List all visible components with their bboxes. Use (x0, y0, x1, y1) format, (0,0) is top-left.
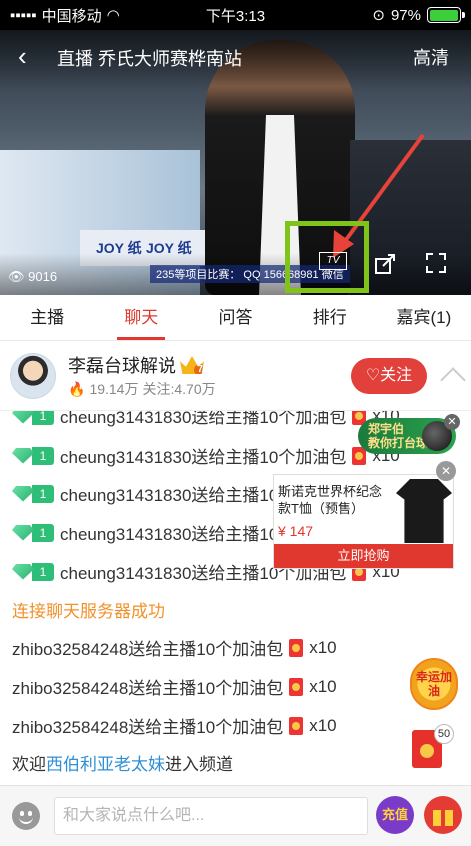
score-caption-text: 235等项目比赛： (156, 269, 241, 281)
quality-button[interactable]: 高清 (413, 44, 449, 70)
back-button[interactable]: ‹ (18, 43, 44, 70)
chat-input[interactable] (54, 797, 368, 835)
welcome-message: 欢迎 西伯利亚老太妹 进入频道 (12, 750, 233, 775)
promo-float-button[interactable]: 郑宇伯 教你打台球 ✕ (358, 414, 460, 454)
recharge-button[interactable]: 充值 (376, 796, 414, 834)
product-close-button[interactable]: ✕ (436, 461, 456, 481)
signal-icon: ▪▪▪▪▪ (10, 6, 37, 24)
gift-pack-icon (289, 638, 304, 657)
follow-label: 关注 (380, 367, 413, 384)
gift-count: x10 (309, 715, 337, 735)
tab-chat[interactable]: 聊天 (94, 295, 188, 340)
fullscreen-icon[interactable] (425, 252, 447, 274)
anchor-following: 关注:4.70万 (142, 381, 216, 397)
welcome-user-link[interactable]: 西伯利亚老太妹 (46, 750, 165, 775)
tshirt-image (396, 479, 452, 543)
gift-pack-icon (289, 677, 304, 696)
viewer-count-value: 9016 (28, 269, 58, 284)
rotation-lock-icon: ⊙ (372, 7, 385, 24)
gift-count: x10 (309, 676, 337, 696)
crown-icon: 7 (180, 356, 204, 374)
tv-cast-button[interactable]: TV (319, 252, 347, 270)
wifi-icon: ◠ (106, 7, 120, 24)
gem-badge-icon: 1 (12, 562, 54, 582)
system-message: 连接聊天服务器成功 (12, 602, 165, 621)
welcome-suffix: 进入频道 (165, 755, 233, 774)
status-bar: ▪▪▪▪▪ 中国移动 ◠ 下午3:13 ⊙ 97% (0, 0, 471, 30)
chat-text: cheung31431830送给主播10个加油包 (60, 411, 347, 427)
tab-guests[interactable]: 嘉宾(1) (377, 295, 471, 340)
anchor-popularity: 19.14万 (89, 381, 139, 397)
envelope-count-badge: 50 (434, 724, 454, 744)
flame-icon: 🔥 (68, 380, 86, 397)
viewer-count: 👁 9016 (8, 269, 58, 284)
gift-count: x10 (309, 637, 337, 657)
tab-ranking[interactable]: 排行 (283, 295, 377, 340)
chat-text: cheung31431830送给主播10个加油包 (60, 448, 347, 467)
video-title: 直播 乔氏大师赛桦南站 (57, 49, 242, 69)
status-right: ⊙ 97% (372, 6, 465, 24)
carrier-group: ▪▪▪▪▪ 中国移动 ◠ (10, 5, 120, 26)
carrier-name: 中国移动 (41, 7, 102, 25)
anchor-name-row: 李磊台球解说 7 (68, 352, 204, 378)
buy-now-button[interactable]: 立即抢购 (274, 544, 453, 568)
chat-input-bar: 充值 (0, 785, 471, 846)
list-item: zhibo32584248送给主播10个加油包 x10 (12, 674, 337, 699)
welcome-prefix: 欢迎 (12, 755, 46, 774)
tab-bar: 主播 聊天 问答 排行 嘉宾(1) (0, 295, 471, 341)
list-item: 1 cheung31431830送给主播10个加油包 x10 (12, 411, 400, 428)
anchor-level: 7 (194, 364, 204, 374)
gem-badge-icon: 1 (12, 523, 54, 543)
chat-list[interactable]: 1 cheung31431830送给主播10个加油包 x10 1 cheung3… (0, 411, 471, 785)
chat-text: zhibo32584248送给主播10个加油包 (12, 640, 284, 659)
gem-badge-icon: 1 (12, 446, 54, 466)
tab-host[interactable]: 主播 (0, 295, 94, 340)
product-price: ¥ 147 (278, 523, 314, 539)
lucky-boost-icon[interactable]: 幸运加油 (410, 658, 458, 710)
anchor-avatar[interactable] (10, 353, 56, 399)
emoji-icon[interactable] (12, 802, 40, 830)
chat-text: zhibo32584248送给主播10个加油包 (12, 718, 284, 737)
battery-percent: 97% (390, 6, 421, 24)
gem-badge-icon: 1 (12, 411, 54, 426)
anchor-stats: 🔥 19.14万 关注:4.70万 (68, 379, 216, 399)
video-player[interactable]: JOY 纸 JOY 纸 ‹ 直播 乔氏大师赛桦南站 高清 👁 9016 235等… (0, 30, 471, 295)
tab-qa[interactable]: 问答 (188, 295, 282, 340)
gift-pack-icon (289, 716, 304, 735)
chevron-up-icon[interactable] (440, 367, 466, 393)
battery-icon (427, 7, 465, 23)
anchor-card: 李磊台球解说 7 🔥 19.14万 关注:4.70万 ♡关注 (0, 341, 471, 411)
list-item: zhibo32584248送给主播10个加油包 x10 (12, 713, 337, 738)
chat-text: zhibo32584248送给主播10个加油包 (12, 679, 284, 698)
anchor-name: 李磊台球解说 (68, 356, 176, 376)
product-title: 斯诺克世界杯纪念款T恤（预售） (278, 484, 383, 516)
gift-icon[interactable] (424, 796, 462, 834)
product-card[interactable]: 斯诺克世界杯纪念款T恤（预售） ¥ 147 立即抢购 ✕ (273, 461, 456, 569)
promo-close-button[interactable]: ✕ (444, 414, 460, 430)
list-item: 1 cheung31431830送给主播10个加油包 x10 (12, 443, 400, 468)
battery-fill (429, 9, 458, 21)
follow-button[interactable]: ♡关注 (351, 358, 427, 394)
share-icon[interactable] (374, 253, 396, 275)
gem-badge-icon: 1 (12, 484, 54, 504)
list-item: zhibo32584248送给主播10个加油包 x10 (12, 635, 337, 660)
